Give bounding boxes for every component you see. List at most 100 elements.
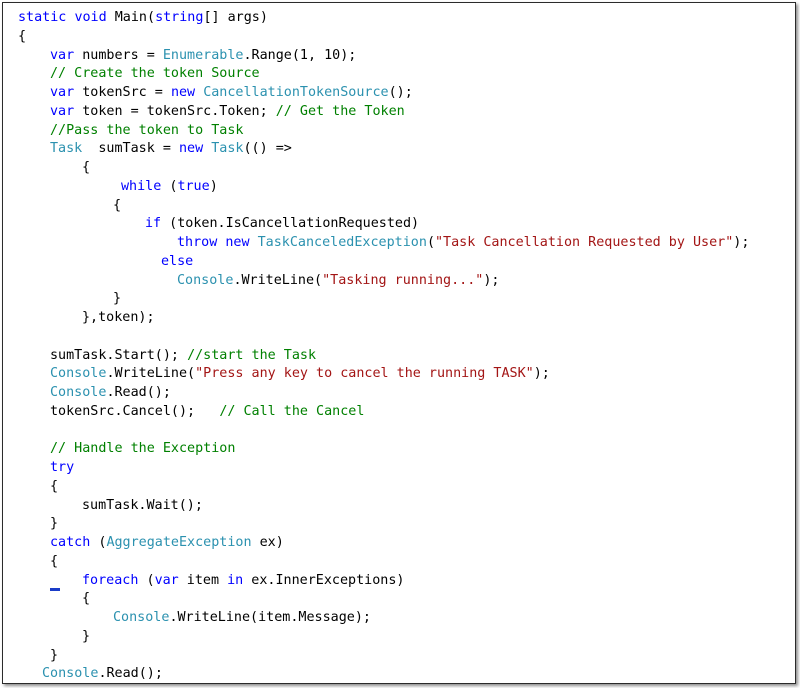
code-token: .WriteLine(item.Message); <box>169 610 371 625</box>
code-line: else <box>161 252 193 271</box>
code-line: Console.WriteLine(item.Message); <box>113 608 371 627</box>
code-token: while <box>121 178 162 194</box>
code-token: (); <box>388 85 413 100</box>
code-token: },token); <box>82 310 155 325</box>
code-line: var numbers = Enumerable.Range(1, 10); <box>50 46 356 65</box>
code-token: // Get the Token <box>275 103 405 119</box>
code-line: try <box>50 458 74 477</box>
code-token: .Range(1, 10); <box>243 47 357 63</box>
code-token: var <box>50 85 75 100</box>
code-line: { <box>113 196 121 215</box>
code-token: Enumerable <box>162 47 244 63</box>
code-token: } <box>82 628 91 644</box>
code-token: tokenSrc = <box>74 85 171 100</box>
code-token: new <box>179 141 204 157</box>
code-token: } <box>50 516 59 532</box>
code-line: var tokenSrc = new CancellationTokenSour… <box>50 83 413 102</box>
code-token: item <box>178 572 228 588</box>
code-token: "Tasking running..." <box>322 272 484 288</box>
code-token: Task <box>211 141 244 157</box>
code-line: while (true) <box>121 177 218 196</box>
code-line: tokenSrc.Cancel(); // Call the Cancel <box>50 402 364 421</box>
code-token: ( <box>138 572 155 588</box>
code-token: CancellationTokenSource <box>203 85 389 100</box>
code-token: ( <box>426 235 435 250</box>
code-line: //Pass the token to Task <box>50 121 243 140</box>
code-token: [] args) <box>203 10 268 25</box>
code-token: sumTask.Start(); <box>50 347 188 363</box>
code-token: tokenSrc.Cancel(); <box>50 403 220 419</box>
code-token: // Handle the Exception <box>50 441 236 457</box>
code-line: static void Main(string[] args) <box>18 8 268 27</box>
code-line: },token); <box>82 308 155 327</box>
code-token: throw <box>177 235 218 250</box>
code-token: sumTask.Wait(); <box>82 497 203 513</box>
code-token: { <box>50 553 59 569</box>
code-line: Console.Read(); <box>50 383 171 402</box>
code-token: new <box>170 85 196 100</box>
code-token: ( <box>90 535 107 550</box>
code-token: Console <box>177 272 234 288</box>
code-token: try <box>50 460 75 475</box>
code-token: ); <box>733 235 750 250</box>
code-token: { <box>18 28 27 44</box>
code-token: sumTask = <box>82 141 179 157</box>
code-token: { <box>82 160 91 175</box>
code-token: Task <box>50 141 83 157</box>
code-token: var <box>50 47 75 63</box>
code-line: } <box>82 627 90 646</box>
code-line: } <box>113 289 121 308</box>
code-token: .Read(); <box>106 385 171 400</box>
code-token: .Read(); <box>98 666 163 682</box>
code-token: { <box>82 591 91 607</box>
code-line: } <box>50 514 58 533</box>
code-token: numbers = <box>74 47 163 63</box>
code-token: "Press any key to cancel the running TAS… <box>195 366 534 382</box>
code-token: foreach <box>82 572 139 588</box>
code-line: { <box>50 552 58 571</box>
code-token: "Task Cancellation Requested by User" <box>435 235 734 250</box>
code-token: Console <box>50 366 107 382</box>
code-line: sumTask.Start(); //start the Task <box>50 346 316 365</box>
code-screenshot-frame: static void Main(string[] args) { var nu… <box>2 2 796 684</box>
code-token: string <box>155 10 204 25</box>
code-token: ) <box>209 178 218 194</box>
code-line: Console.WriteLine("Tasking running..."); <box>177 271 500 290</box>
code-token: Main( <box>106 10 156 25</box>
code-line: if (token.IsCancellationRequested) <box>145 214 419 233</box>
code-token: new <box>225 235 250 250</box>
code-token: ); <box>533 366 550 382</box>
code-token: Console <box>42 666 99 682</box>
code-line: Task sumTask = new Task(() => <box>50 139 292 158</box>
code-token: void <box>74 10 107 25</box>
code-line: sumTask.Wait(); <box>82 496 203 515</box>
code-token: TaskCanceledException <box>257 235 427 250</box>
code-line: catch (AggregateException ex) <box>50 533 284 552</box>
code-line: { <box>50 477 58 496</box>
code-token: .WriteLine( <box>233 272 323 288</box>
code-token: { <box>50 478 59 494</box>
code-line: { <box>82 589 90 608</box>
code-line: foreach (var item in ex.InnerExceptions) <box>82 571 405 590</box>
code-token: ex) <box>251 535 284 550</box>
text-cursor <box>50 588 60 591</box>
code-token: // Create the token Source <box>50 66 260 82</box>
code-token: catch <box>50 535 91 550</box>
code-token: var <box>154 572 179 588</box>
code-token: ex.InnerExceptions) <box>243 572 405 588</box>
code-token: true <box>177 178 210 194</box>
code-line: { <box>82 158 90 177</box>
code-token: Console <box>113 610 170 625</box>
code-token: } <box>113 291 122 307</box>
code-token: Console <box>50 385 107 400</box>
code-line: { <box>18 27 26 46</box>
code-token: else <box>161 253 194 269</box>
code-token: (() => <box>243 141 292 157</box>
code-token: if <box>145 216 162 232</box>
code-token: { <box>113 197 122 213</box>
code-token: } <box>50 647 59 663</box>
code-token: .WriteLine( <box>106 366 196 382</box>
code-token: static <box>18 10 67 25</box>
